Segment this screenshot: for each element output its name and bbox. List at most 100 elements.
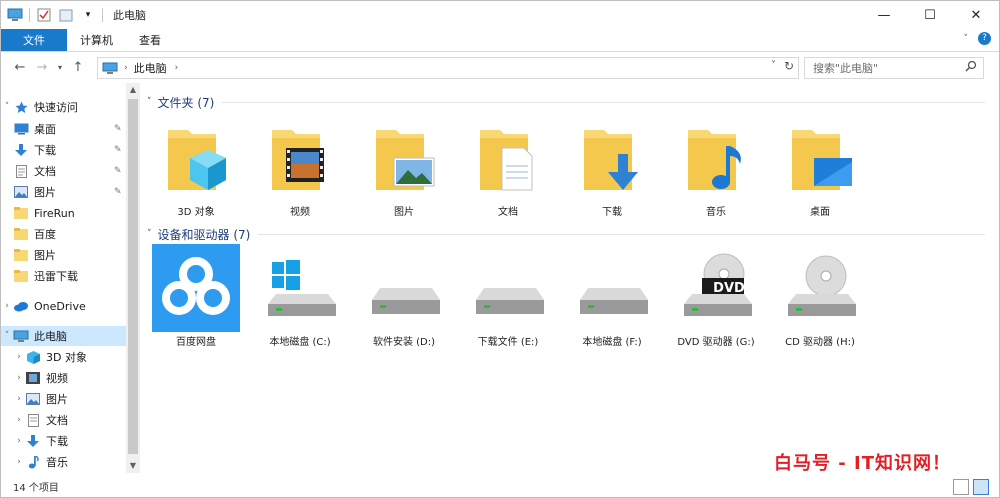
- collapse-chevron-icon[interactable]: ˅: [147, 229, 152, 239]
- device-tile-drive-f[interactable]: 本地磁盘 (F:): [563, 245, 661, 348]
- cloud-icon: [13, 299, 29, 313]
- search-icon[interactable]: [965, 60, 977, 75]
- breadcrumb-chevron-icon[interactable]: ›: [124, 63, 128, 73]
- nav-item-downloads-pc[interactable]: › 下载: [13, 431, 68, 451]
- nav-item-3d-objects[interactable]: › 3D 对象: [13, 347, 87, 367]
- 3d-objects-folder-icon: [147, 115, 245, 201]
- folder-tile-pictures[interactable]: 图片: [355, 115, 453, 218]
- expand-chevron-icon[interactable]: ›: [13, 436, 25, 446]
- tile-label: 本地磁盘 (F:): [582, 337, 642, 348]
- pin-icon[interactable]: ✎: [114, 166, 122, 176]
- recent-locations-chevron-icon[interactable]: ▾: [53, 56, 67, 78]
- document-icon: [25, 413, 41, 427]
- new-folder-icon[interactable]: [58, 7, 74, 23]
- nav-item-pictures[interactable]: 图片: [13, 182, 56, 202]
- folder-icon: [13, 269, 29, 283]
- dvd-drive-icon: DVD: [667, 245, 765, 331]
- nav-quick-access[interactable]: ˅ 快速访问: [1, 97, 78, 117]
- nav-label: 文档: [34, 165, 56, 178]
- folder-tile-documents[interactable]: 文档: [459, 115, 557, 218]
- tile-label: 百度网盘: [176, 337, 216, 348]
- window-title: 此电脑: [113, 9, 146, 22]
- properties-icon[interactable]: [36, 7, 52, 23]
- nav-item-music[interactable]: › 音乐: [13, 452, 68, 472]
- nav-item-pictures-pc[interactable]: › 图片: [13, 389, 68, 409]
- group-header-devices[interactable]: ˅ 设备和驱动器 (7): [147, 225, 985, 243]
- nav-item-videos[interactable]: › 视频: [13, 368, 68, 388]
- pin-icon[interactable]: ✎: [114, 145, 122, 155]
- forward-arrow-icon[interactable]: →: [31, 56, 53, 78]
- up-arrow-icon[interactable]: ↑: [67, 56, 89, 78]
- collapse-chevron-icon[interactable]: ˅: [1, 331, 13, 341]
- tab-computer[interactable]: 计算机: [67, 29, 126, 51]
- scroll-up-arrow-icon[interactable]: ▲: [126, 83, 140, 97]
- ribbon-right-controls: ˅ ?: [964, 32, 991, 45]
- tile-label: 文档: [498, 207, 518, 218]
- nav-label: 百度: [34, 228, 56, 241]
- minimize-button[interactable]: —: [861, 1, 907, 29]
- nav-onedrive[interactable]: › OneDrive: [1, 296, 86, 316]
- scroll-thumb[interactable]: [128, 99, 138, 454]
- nav-item-pictures-folder[interactable]: 图片: [13, 245, 56, 265]
- expand-ribbon-chevron-icon[interactable]: ˅: [964, 34, 969, 44]
- folder-tile-3d-objects[interactable]: 3D 对象: [147, 115, 245, 218]
- expand-chevron-icon[interactable]: ›: [13, 352, 25, 362]
- folder-tile-music[interactable]: 音乐: [667, 115, 765, 218]
- nav-item-downloads[interactable]: 下载: [13, 140, 56, 160]
- expand-chevron-icon[interactable]: ›: [13, 394, 25, 404]
- nav-label: 图片: [34, 186, 56, 199]
- group-header-folders[interactable]: ˅ 文件夹 (7): [147, 93, 985, 111]
- navigation-pane: ˅ 快速访问 桌面 ✎ 下载 ✎ 文档 ✎ 图片 ✎ FireRun 百度 图片…: [1, 93, 141, 473]
- folder-tile-videos[interactable]: 视频: [251, 115, 349, 218]
- back-arrow-icon[interactable]: ←: [9, 56, 31, 78]
- scroll-down-arrow-icon[interactable]: ▼: [126, 459, 140, 473]
- nav-item-desktop[interactable]: 桌面: [13, 119, 56, 139]
- help-icon[interactable]: ?: [978, 32, 991, 45]
- nav-item-xunlei[interactable]: 迅雷下载: [13, 266, 78, 286]
- nav-label: 迅雷下载: [34, 270, 78, 283]
- maximize-button[interactable]: ☐: [907, 1, 953, 29]
- this-pc-icon[interactable]: [7, 7, 23, 23]
- watermark-text: 白马号 - IT知识网！: [774, 453, 951, 474]
- expand-chevron-icon[interactable]: ›: [13, 415, 25, 425]
- address-bar[interactable]: › 此电脑 › ˅ ↻: [97, 57, 799, 79]
- nav-item-firerun[interactable]: FireRun: [13, 203, 75, 223]
- expand-chevron-icon[interactable]: ›: [1, 301, 13, 311]
- breadcrumb-chevron-icon[interactable]: ›: [175, 63, 179, 73]
- tile-label: 下载文件 (E:): [477, 337, 539, 348]
- close-button[interactable]: ✕: [953, 1, 999, 29]
- address-dropdown-chevron-icon[interactable]: ˅: [771, 60, 776, 71]
- customize-qat-chevron-icon[interactable]: ▾: [80, 7, 96, 23]
- nav-this-pc[interactable]: ˅ 此电脑: [1, 326, 126, 346]
- tab-file[interactable]: 文件: [1, 29, 67, 51]
- nav-item-documents[interactable]: 文档: [13, 161, 56, 181]
- pin-icon[interactable]: ✎: [114, 124, 122, 134]
- device-tile-drive-c[interactable]: 本地磁盘 (C:): [251, 245, 349, 348]
- nav-item-documents-pc[interactable]: › 文档: [13, 410, 68, 430]
- folder-tile-downloads[interactable]: 下载: [563, 115, 661, 218]
- nav-item-baidu[interactable]: 百度: [13, 224, 56, 244]
- expand-chevron-icon[interactable]: ›: [13, 457, 25, 467]
- folder-tile-desktop[interactable]: 桌面: [771, 115, 869, 218]
- device-tile-baidu-netdisk[interactable]: 百度网盘: [147, 244, 245, 348]
- expand-chevron-icon[interactable]: ›: [13, 373, 25, 383]
- tab-view[interactable]: 查看: [126, 29, 174, 51]
- details-view-icon[interactable]: [953, 479, 969, 495]
- nav-scrollbar[interactable]: ▲ ▼: [126, 83, 140, 473]
- device-tile-drive-h[interactable]: CD 驱动器 (H:): [771, 245, 869, 348]
- collapse-chevron-icon[interactable]: ˅: [1, 102, 13, 112]
- pin-icon[interactable]: ✎: [114, 187, 122, 197]
- ribbon-tabs: 文件 计算机 查看 ˅ ?: [1, 29, 999, 52]
- folder-icon: [13, 248, 29, 262]
- device-tile-drive-g[interactable]: DVD DVD 驱动器 (G:): [667, 245, 765, 348]
- refresh-icon[interactable]: ↻: [784, 59, 794, 73]
- pictures-folder-icon: [355, 115, 453, 201]
- search-box[interactable]: 搜索"此电脑": [804, 57, 984, 79]
- device-tile-drive-d[interactable]: 软件安装 (D:): [355, 245, 453, 348]
- system-drive-icon: [251, 245, 349, 331]
- breadcrumb-this-pc[interactable]: 此电脑: [134, 60, 167, 76]
- large-icons-view-icon[interactable]: [973, 479, 989, 495]
- device-tile-drive-e[interactable]: 下载文件 (E:): [459, 245, 557, 348]
- collapse-chevron-icon[interactable]: ˅: [147, 97, 152, 107]
- picture-icon: [13, 185, 29, 199]
